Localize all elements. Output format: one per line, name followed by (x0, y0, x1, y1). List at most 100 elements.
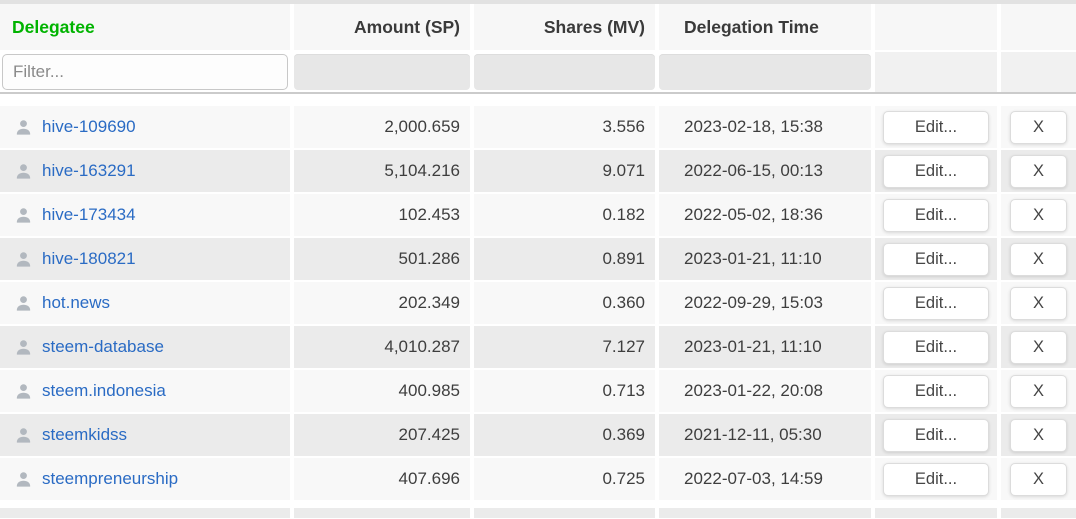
delegatee-link[interactable]: hive-109690 (42, 117, 136, 137)
column-header-shares[interactable]: Shares (MV) (474, 4, 655, 50)
edit-cell: Edit... (875, 238, 997, 280)
user-icon (14, 206, 33, 225)
table-body: hive-109690 2,000.659 3.556 2023-02-18, … (0, 106, 1076, 500)
edit-cell: Edit... (875, 150, 997, 192)
edit-cell: Edit... (875, 370, 997, 412)
amount-cell: 501.286 (294, 238, 470, 280)
delegatee-cell: steempreneurship (0, 458, 290, 500)
edit-cell: Edit... (875, 282, 997, 324)
delegatee-cell: hive-109690 (0, 106, 290, 148)
edit-button[interactable]: Edit... (883, 287, 989, 320)
user-icon (14, 250, 33, 269)
delegation-time-cell: 2023-02-18, 15:38 (659, 106, 871, 148)
partial-next-row (0, 508, 1076, 518)
delegatee-link[interactable]: steemkidss (42, 425, 127, 445)
delegatee-link[interactable]: steem.indonesia (42, 381, 166, 401)
edit-button[interactable]: Edit... (883, 375, 989, 408)
edit-button[interactable]: Edit... (883, 199, 989, 232)
edit-cell: Edit... (875, 194, 997, 236)
remove-button[interactable]: X (1010, 331, 1067, 364)
column-header-edit (875, 4, 997, 50)
table-row: hive-173434 102.453 0.182 2022-05-02, 18… (0, 194, 1076, 236)
shares-cell: 0.891 (474, 238, 655, 280)
remove-button[interactable]: X (1010, 199, 1067, 232)
time-filter-disabled (659, 54, 871, 90)
remove-button[interactable]: X (1010, 375, 1067, 408)
delegatee-link[interactable]: hot.news (42, 293, 110, 313)
delegatee-link[interactable]: hive-180821 (42, 249, 136, 269)
filter-cell-time (659, 52, 871, 92)
partial-cell (0, 508, 290, 518)
partial-cell (875, 508, 997, 518)
delegation-time-cell: 2023-01-22, 20:08 (659, 370, 871, 412)
edit-button[interactable]: Edit... (883, 155, 989, 188)
table-row: steempreneurship 407.696 0.725 2022-07-0… (0, 458, 1076, 500)
delegatee-cell: hive-163291 (0, 150, 290, 192)
column-header-amount[interactable]: Amount (SP) (294, 4, 470, 50)
edit-cell: Edit... (875, 458, 997, 500)
remove-cell: X (1001, 150, 1076, 192)
column-header-delegation-time[interactable]: Delegation Time (659, 4, 871, 50)
amount-cell: 407.696 (294, 458, 470, 500)
delegatee-cell: hive-180821 (0, 238, 290, 280)
edit-button[interactable]: Edit... (883, 111, 989, 144)
remove-button[interactable]: X (1010, 155, 1067, 188)
delegation-time-cell: 2022-07-03, 14:59 (659, 458, 871, 500)
delegatee-link[interactable]: hive-173434 (42, 205, 136, 225)
user-icon (14, 426, 33, 445)
remove-button[interactable]: X (1010, 243, 1067, 276)
edit-button[interactable]: Edit... (883, 419, 989, 452)
delegation-time-cell: 2023-01-21, 11:10 (659, 238, 871, 280)
remove-button[interactable]: X (1010, 419, 1067, 452)
table-row: steemkidss 207.425 0.369 2021-12-11, 05:… (0, 414, 1076, 456)
remove-cell: X (1001, 370, 1076, 412)
delegatee-cell: steemkidss (0, 414, 290, 456)
partial-cell (1001, 508, 1076, 518)
user-icon (14, 118, 33, 137)
edit-button[interactable]: Edit... (883, 463, 989, 496)
user-icon (14, 470, 33, 489)
edit-cell: Edit... (875, 414, 997, 456)
remove-cell: X (1001, 282, 1076, 324)
edit-cell: Edit... (875, 106, 997, 148)
remove-cell: X (1001, 414, 1076, 456)
user-icon (14, 162, 33, 181)
table-header-row: Delegatee Amount (SP) Shares (MV) Delega… (0, 4, 1076, 50)
delegatee-cell: steem-database (0, 326, 290, 368)
shares-cell: 9.071 (474, 150, 655, 192)
user-icon (14, 382, 33, 401)
delegatee-filter-input[interactable] (2, 54, 288, 90)
remove-cell: X (1001, 194, 1076, 236)
partial-cell (294, 508, 470, 518)
remove-button[interactable]: X (1010, 463, 1067, 496)
amount-cell: 400.985 (294, 370, 470, 412)
amount-filter-disabled (294, 54, 470, 90)
delegation-time-cell: 2021-12-11, 05:30 (659, 414, 871, 456)
remove-button[interactable]: X (1010, 287, 1067, 320)
delegation-time-cell: 2022-05-02, 18:36 (659, 194, 871, 236)
edit-button[interactable]: Edit... (883, 331, 989, 364)
partial-cell (474, 508, 655, 518)
edit-button[interactable]: Edit... (883, 243, 989, 276)
remove-button[interactable]: X (1010, 111, 1067, 144)
table-row: hive-163291 5,104.216 9.071 2022-06-15, … (0, 150, 1076, 192)
remove-cell: X (1001, 106, 1076, 148)
amount-cell: 4,010.287 (294, 326, 470, 368)
remove-cell: X (1001, 238, 1076, 280)
shares-cell: 0.369 (474, 414, 655, 456)
remove-cell: X (1001, 458, 1076, 500)
delegation-time-cell: 2022-09-29, 15:03 (659, 282, 871, 324)
user-icon (14, 294, 33, 313)
shares-cell: 3.556 (474, 106, 655, 148)
delegatee-link[interactable]: steempreneurship (42, 469, 178, 489)
column-header-delegatee[interactable]: Delegatee (0, 4, 290, 50)
amount-cell: 5,104.216 (294, 150, 470, 192)
table-row: steem.indonesia 400.985 0.713 2023-01-22… (0, 370, 1076, 412)
filter-cell-remove (1001, 52, 1076, 92)
filter-cell-amount (294, 52, 470, 92)
delegatee-link[interactable]: hive-163291 (42, 161, 136, 181)
partial-cell (659, 508, 871, 518)
delegation-time-cell: 2023-01-21, 11:10 (659, 326, 871, 368)
amount-cell: 207.425 (294, 414, 470, 456)
delegatee-link[interactable]: steem-database (42, 337, 164, 357)
